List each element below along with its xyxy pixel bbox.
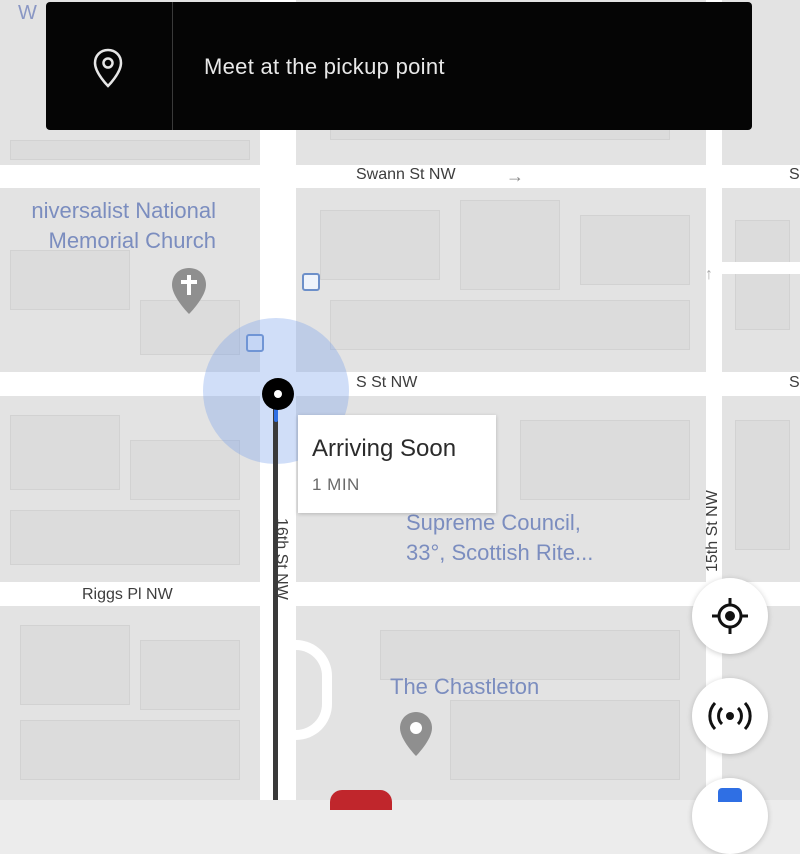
poi-supreme-council[interactable]: Supreme Council, 33°, Scottish Rite... xyxy=(406,508,593,568)
location-pin-icon[interactable] xyxy=(398,710,434,763)
crosshair-icon xyxy=(710,596,750,641)
recenter-button[interactable] xyxy=(692,578,768,654)
pickup-point-marker[interactable] xyxy=(262,378,294,410)
building xyxy=(130,440,240,500)
street-label-riggs: Riggs Pl NW xyxy=(82,586,173,603)
building xyxy=(330,300,690,350)
eta-card[interactable]: Arriving Soon 1 MIN xyxy=(298,415,496,513)
building xyxy=(10,415,120,490)
bus-stop-icon[interactable] xyxy=(302,273,320,291)
building xyxy=(10,140,250,160)
one-way-arrow-icon: → xyxy=(506,166,524,186)
eta-minutes: 1 MIN xyxy=(312,475,360,494)
poi-label-line2: Memorial Church xyxy=(48,228,217,253)
building xyxy=(735,220,790,330)
building xyxy=(735,420,790,550)
church-pin-icon[interactable] xyxy=(170,266,208,321)
one-way-arrow-icon: ↑ xyxy=(705,266,713,283)
poi-label-line1: niversalist National xyxy=(31,198,216,223)
building xyxy=(320,210,440,280)
street-label-swann: Swann St NW xyxy=(356,166,456,183)
banner-icon-cell xyxy=(46,2,173,130)
poi-universalist-church[interactable]: niversalist National Memorial Church xyxy=(0,196,216,256)
street-label-edge: W xyxy=(18,2,37,24)
banner-message: Meet at the pickup point xyxy=(204,54,445,79)
driver-car-icon xyxy=(330,790,392,810)
poi-label: The Chastleton xyxy=(390,674,540,699)
building xyxy=(20,625,130,705)
building xyxy=(460,200,560,290)
eta-title: Arriving Soon xyxy=(312,435,457,462)
street-label-edge: S xyxy=(789,166,800,183)
building xyxy=(10,250,130,310)
share-location-button[interactable] xyxy=(692,678,768,754)
building xyxy=(20,720,240,780)
street-label-s-st: S St NW xyxy=(356,374,418,391)
building xyxy=(450,700,680,780)
broadcast-icon xyxy=(708,701,752,735)
street-label-edge: S xyxy=(789,374,800,391)
street-label-15th: 15th St NW xyxy=(704,490,721,572)
route-line xyxy=(273,395,278,800)
poi-label-line2: 33°, Scottish Rite... xyxy=(406,540,594,565)
pickup-instruction-banner[interactable]: Meet at the pickup point xyxy=(46,2,752,130)
building xyxy=(520,420,690,500)
poi-chastleton[interactable]: The Chastleton xyxy=(390,672,539,702)
location-pin-icon xyxy=(92,48,124,93)
safety-button[interactable] xyxy=(692,778,768,854)
road-alley xyxy=(722,262,800,274)
building xyxy=(10,510,240,565)
building xyxy=(580,215,690,285)
building xyxy=(140,640,240,710)
